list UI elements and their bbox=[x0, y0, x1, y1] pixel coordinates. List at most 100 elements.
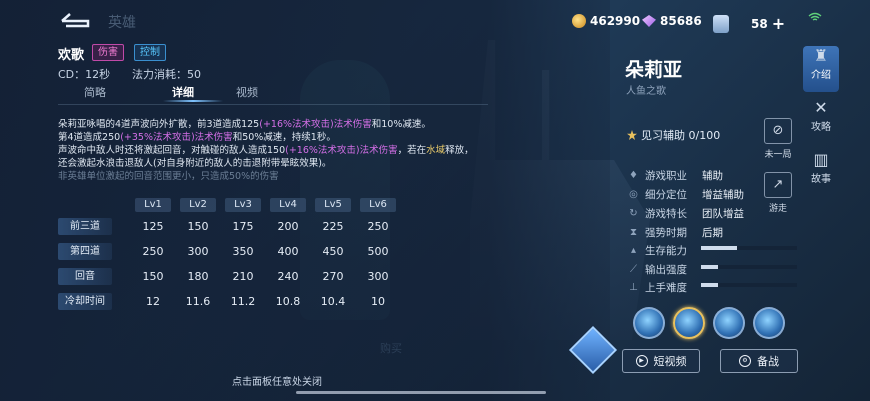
table-cell: 250 bbox=[142, 245, 164, 258]
attr-survival: ▴ 生存能力 bbox=[628, 243, 702, 258]
table-cell: 200 bbox=[277, 220, 299, 233]
row-label-cooldown: 冷却时间 bbox=[58, 293, 112, 310]
skill-1-icon[interactable] bbox=[673, 307, 705, 339]
gem-counter[interactable]: 85686 bbox=[642, 14, 702, 28]
book-icon: ▥ bbox=[813, 150, 829, 169]
table-cell: 225 bbox=[322, 220, 344, 233]
attr-difficulty: ⊥ 上手难度 bbox=[629, 282, 687, 294]
table-cell: 180 bbox=[187, 270, 209, 283]
skill-2-icon[interactable] bbox=[713, 307, 745, 339]
card-amount: 58 bbox=[751, 16, 768, 31]
specialty-icon: ↻ bbox=[629, 208, 638, 219]
sword-icon: ⟋ bbox=[630, 264, 637, 275]
table-cell: 240 bbox=[277, 270, 299, 283]
skill-icon-row bbox=[633, 307, 785, 339]
card-counter[interactable]: 58 + bbox=[713, 14, 785, 33]
prepare-button[interactable]: ⚙ 备战 bbox=[720, 349, 798, 373]
gold-counter[interactable]: 462990 bbox=[572, 14, 640, 28]
back-arrow-icon[interactable] bbox=[58, 12, 92, 30]
nav-story[interactable]: ▥ 故事 bbox=[803, 150, 839, 196]
survival-bar bbox=[701, 246, 797, 250]
level-header: Lv4 bbox=[270, 198, 306, 212]
attr-output: ⟋ 输出强度 bbox=[630, 264, 687, 276]
skill-name: 欢歌 bbox=[58, 48, 85, 63]
table-cell: 125 bbox=[142, 220, 164, 233]
hero-subtitle: 人鱼之歌 bbox=[626, 86, 666, 97]
level-header: Lv2 bbox=[180, 198, 216, 212]
table-cell: 450 bbox=[322, 245, 344, 258]
position-icon: ◎ bbox=[629, 189, 638, 200]
nav-intro[interactable]: ♜ 介绍 bbox=[803, 46, 839, 92]
cooldown-text: CD：12秒 bbox=[58, 68, 111, 81]
attr-specialty: ↻ 游戏特长 团队增益 bbox=[629, 208, 744, 220]
table-cell: 10 bbox=[371, 295, 385, 308]
skill-3-icon[interactable] bbox=[753, 307, 785, 339]
hero-name: 朵莉亚 bbox=[625, 59, 683, 81]
table-cell: 11.6 bbox=[185, 295, 211, 308]
gem-amount: 85686 bbox=[660, 14, 702, 28]
thumb-icon: ⊥ bbox=[629, 282, 638, 293]
table-cell: 10.4 bbox=[320, 295, 346, 308]
tab-detail[interactable]: 详细 bbox=[172, 84, 194, 100]
hourglass-icon: ⧗ bbox=[629, 227, 638, 238]
control-tag: 控制 bbox=[134, 44, 166, 61]
tab-brief[interactable]: 简略 bbox=[84, 84, 106, 100]
row-label-fourth: 第四道 bbox=[58, 243, 112, 260]
drop-icon: ▴ bbox=[630, 245, 637, 256]
wifi-icon bbox=[808, 12, 822, 21]
table-cell: 150 bbox=[142, 270, 164, 283]
passive-skill-icon[interactable] bbox=[633, 307, 665, 339]
output-bar bbox=[701, 265, 797, 269]
attr-role: ♦ 游戏职业 辅助 bbox=[629, 170, 723, 182]
level-header: Lv5 bbox=[315, 198, 351, 212]
close-hint: 点击面板任意处关闭 bbox=[232, 377, 322, 388]
nav-strategy[interactable]: ✕ 攻略 bbox=[803, 98, 839, 144]
proficiency[interactable]: 见习辅助 0/100 bbox=[627, 127, 720, 143]
ticket-card-icon bbox=[713, 14, 729, 33]
level-header: Lv3 bbox=[225, 198, 261, 212]
play-icon: ▶ bbox=[635, 355, 648, 367]
buy-button-ghost: 购买 bbox=[380, 342, 402, 355]
tab-video[interactable]: 视频 bbox=[236, 84, 258, 100]
table-cell: 400 bbox=[277, 245, 299, 258]
role-icon: ♦ bbox=[629, 170, 638, 181]
proficiency-star-icon bbox=[627, 130, 637, 140]
table-cell: 175 bbox=[232, 220, 254, 233]
attr-position: ◎ 细分定位 增益辅助 bbox=[629, 189, 744, 201]
damage-tag: 伤害 bbox=[92, 44, 124, 61]
difficulty-bar bbox=[701, 283, 797, 287]
roam-lane-icon: ↗ bbox=[764, 172, 792, 198]
roam-button[interactable]: ↗ 游走 bbox=[762, 172, 794, 214]
prepare-icon: ⚙ bbox=[739, 355, 751, 367]
table-cell: 10.8 bbox=[275, 295, 301, 308]
short-video-button[interactable]: ▶ 短视频 bbox=[622, 349, 700, 373]
first-game-button[interactable]: ⊘ 未一局 bbox=[762, 118, 794, 160]
crossed-swords-icon: ✕ bbox=[814, 98, 828, 117]
diamond-icon bbox=[642, 15, 656, 27]
page-title: 英雄 bbox=[108, 15, 136, 31]
table-cell: 300 bbox=[187, 245, 209, 258]
home-indicator bbox=[296, 391, 546, 394]
table-cell: 150 bbox=[187, 220, 209, 233]
row-label-echo: 回音 bbox=[58, 268, 112, 285]
table-cell: 500 bbox=[367, 245, 389, 258]
level-header: Lv1 bbox=[135, 198, 171, 212]
mana-cost-text: 法力消耗：50 bbox=[132, 68, 201, 81]
proficiency-text: 见习辅助 0/100 bbox=[641, 129, 721, 142]
no-entry-icon: ⊘ bbox=[764, 118, 792, 144]
table-cell: 350 bbox=[232, 245, 254, 258]
skill-description: 朵莉亚咏唱的4道声波向外扩散，前3道造成125(+16%法术攻击)法术伤害和10… bbox=[58, 119, 474, 182]
attr-power-period: ⧗ 强势时期 后期 bbox=[629, 227, 723, 239]
gold-amount: 462990 bbox=[590, 14, 641, 28]
active-tab-indicator bbox=[163, 100, 223, 102]
plus-icon[interactable]: + bbox=[772, 14, 785, 33]
table-cell: 270 bbox=[322, 270, 344, 283]
table-cell: 300 bbox=[367, 270, 389, 283]
table-cell: 250 bbox=[367, 220, 389, 233]
row-label-first-three: 前三道 bbox=[58, 218, 112, 235]
table-cell: 210 bbox=[232, 270, 254, 283]
divider bbox=[58, 104, 488, 105]
table-cell: 11.2 bbox=[230, 295, 256, 308]
right-nav: ♜ 介绍 ✕ 攻略 ▥ 故事 bbox=[803, 40, 839, 202]
helmet-icon: ♜ bbox=[813, 46, 829, 65]
